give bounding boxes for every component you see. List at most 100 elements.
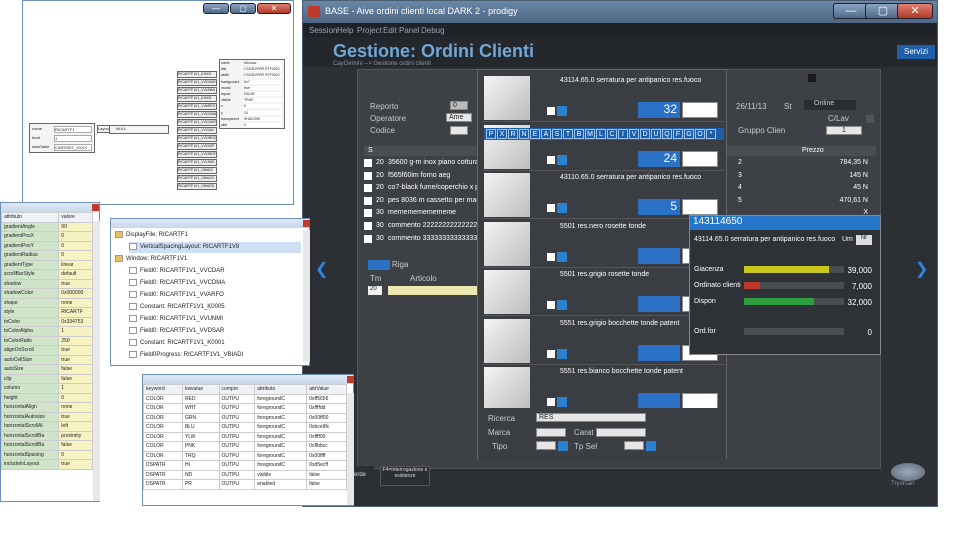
table-row[interactable]: DSPATR HI OUTPU foregroundC 0xd5ecff (143, 460, 347, 471)
table-row[interactable]: gradientType linear (0, 259, 93, 270)
prop-value[interactable]: true (58, 278, 93, 289)
table-row[interactable]: scrollBarStyle default (0, 269, 93, 280)
table-row[interactable]: shadow true (0, 278, 93, 289)
diagram-node[interactable]: RICARTF1V1_VVORDC (177, 135, 217, 142)
tree-item[interactable]: Field0: RICARTF1V1_VVCDMA (129, 278, 301, 289)
row-checkbox[interactable] (364, 222, 372, 230)
tree-item[interactable]: Window: RICARTF1V1 (115, 254, 301, 265)
prop-value[interactable]: linear (58, 259, 93, 270)
item-qty[interactable] (638, 344, 680, 361)
table-row[interactable]: autoCellSize true (0, 354, 93, 365)
alphabet-letter[interactable]: C (607, 129, 617, 139)
price-row[interactable]: 5 470,61 N (734, 195, 874, 207)
next-arrow-icon[interactable]: ❯ (915, 259, 928, 279)
tree-close-icon[interactable] (303, 220, 310, 227)
item-qty[interactable] (638, 247, 680, 264)
list-item[interactable]: 43114.65.0 serratura per antipanico res.… (482, 74, 724, 122)
table-row[interactable]: gradientAngle 90 (0, 221, 93, 232)
prop-value[interactable]: 1 (58, 383, 93, 394)
codice-field[interactable] (450, 126, 468, 135)
table-row[interactable]: clip false (0, 373, 93, 384)
prop-value[interactable]: true (58, 354, 93, 365)
prop-value[interactable]: true (58, 345, 93, 356)
row-checkbox[interactable] (364, 171, 372, 180)
table-row[interactable]: toColorAlpha 1 (0, 326, 93, 337)
diagram-node[interactable]: RICARTF1V1_VVLIMG (177, 159, 217, 166)
alphabet-letter[interactable]: N (519, 129, 529, 139)
item-checkbox[interactable] (547, 301, 555, 309)
alphabet-letter[interactable]: M (585, 129, 595, 139)
diagram-node[interactable]: RICARTF1V1_VVGIAC (177, 127, 217, 134)
table-row[interactable]: horizontalAutosize true (0, 411, 93, 422)
alphabet-letter[interactable]: X (497, 129, 507, 139)
list-item[interactable]: 5501 res.grigio rosette tonde (482, 268, 724, 316)
alphabet-letter[interactable]: V (629, 129, 639, 139)
alphabet-letter[interactable]: I (618, 129, 628, 139)
prop-value[interactable]: default (58, 269, 93, 280)
gruppo-field[interactable]: 1 (826, 126, 862, 135)
tree-item[interactable]: VerticalSpacingLayout: RICARTF1V8 (129, 242, 301, 253)
menu-help[interactable]: Help (337, 26, 353, 35)
prop-value[interactable]: false (58, 440, 93, 451)
table-row[interactable]: COLOR WHT OUTPU foregroundC 0xffffdd (143, 403, 347, 414)
reporto-field[interactable]: 0 (450, 101, 468, 110)
item-search-icon[interactable] (557, 251, 567, 262)
diagram-node[interactable]: RICARTF1V1_VBIADS (177, 183, 217, 190)
keyword-titlebar[interactable] (143, 375, 353, 384)
diagram-node[interactable]: RICARTF1V1_VVUNMI (177, 87, 217, 94)
table-row[interactable]: 30 commento 222222222222222 (364, 220, 484, 232)
prop-value[interactable]: 90 (58, 221, 93, 232)
table-row[interactable]: 20 pes 8036 m cassetto per mac (364, 195, 484, 207)
price-row[interactable]: 2 784,35 N (734, 157, 874, 169)
table-row[interactable]: column 1 (0, 383, 93, 394)
table-row[interactable]: toColorRatio 250 (0, 335, 93, 346)
prop-value[interactable]: true (58, 459, 93, 470)
table-row[interactable]: COLOR YLW OUTPU foregroundC 0xffff00 (143, 431, 347, 442)
item-search-icon[interactable] (557, 348, 567, 359)
table-row[interactable]: gradientRadius 0 (0, 250, 93, 261)
diagram-close-button[interactable]: ✕ (257, 3, 291, 14)
item-checkbox[interactable] (547, 252, 555, 261)
item-qty[interactable]: 24 (638, 150, 680, 167)
alphabet-letter[interactable]: A (541, 129, 551, 139)
alphabet-letter[interactable]: Q (662, 129, 672, 139)
diagram-minimize-button[interactable]: — (203, 3, 229, 14)
prop-value[interactable]: 250 (58, 335, 93, 346)
price-row[interactable]: 4 45 N (734, 182, 874, 194)
diagram-node[interactable]: RICARTF1V1_VVCDAR (177, 119, 217, 126)
table-row[interactable]: toColor 0x334753 (0, 316, 93, 327)
properties-scrollbar[interactable] (93, 221, 100, 501)
table-row[interactable]: 20 co7-black fume/coperchio x p (364, 182, 484, 194)
menu-project[interactable]: Project (357, 26, 382, 35)
prop-value[interactable]: none (58, 297, 93, 308)
app-titlebar[interactable]: BASE - Aive ordini clienti local DARK 2 … (303, 1, 937, 23)
marca-input[interactable] (536, 428, 566, 437)
table-row[interactable]: DSPATR ND OUTPU visible false (143, 469, 347, 480)
erde-button[interactable]: erde (352, 466, 374, 486)
tree-item[interactable]: Constant: RICARTF1V1_K0001 (129, 338, 301, 349)
menu-debug[interactable]: Debug (421, 26, 445, 35)
tree-item[interactable]: Field0: RICARTF1V1_VVDSAR (129, 326, 301, 337)
table-row[interactable]: shape none (0, 297, 93, 308)
list-item[interactable]: 5551 res.bianco bocchette tonde patent (482, 365, 724, 413)
alphabet-letter[interactable]: U (651, 129, 661, 139)
ricerca-input[interactable]: RES (536, 413, 646, 422)
diagram-node[interactable]: RICARTF1V1_VVDSAR (177, 79, 217, 86)
prop-value[interactable]: 0 (58, 392, 93, 403)
alphabet-letter[interactable]: E (530, 129, 540, 139)
table-row[interactable]: horizontalScrollBa proximity (0, 430, 93, 441)
alphabet-letter[interactable]: T (563, 129, 573, 139)
tree-item[interactable]: Field0Progress: RICARTF1V1_VBIADI (129, 350, 301, 361)
item-qty-input[interactable] (682, 199, 718, 215)
item-qty[interactable]: 5 (638, 199, 680, 215)
tree-item[interactable]: Field0: RICARTF1V1_VVCDAR (129, 266, 301, 277)
table-row[interactable]: includeInLayout true (0, 459, 93, 470)
prop-value[interactable]: 0x000000 (58, 288, 93, 299)
interrogazione-button[interactable]: F4=Interrogazione e esistenze (380, 466, 430, 486)
prop-value[interactable]: left (58, 421, 93, 432)
riga-toggle[interactable] (368, 260, 390, 270)
alphabet-letter[interactable]: S (552, 129, 562, 139)
table-row[interactable]: horizontalAlign none (0, 402, 93, 413)
item-search-icon[interactable] (557, 106, 567, 116)
diagram-node[interactable]: RICARTF1V1_VVDISP (177, 143, 217, 150)
